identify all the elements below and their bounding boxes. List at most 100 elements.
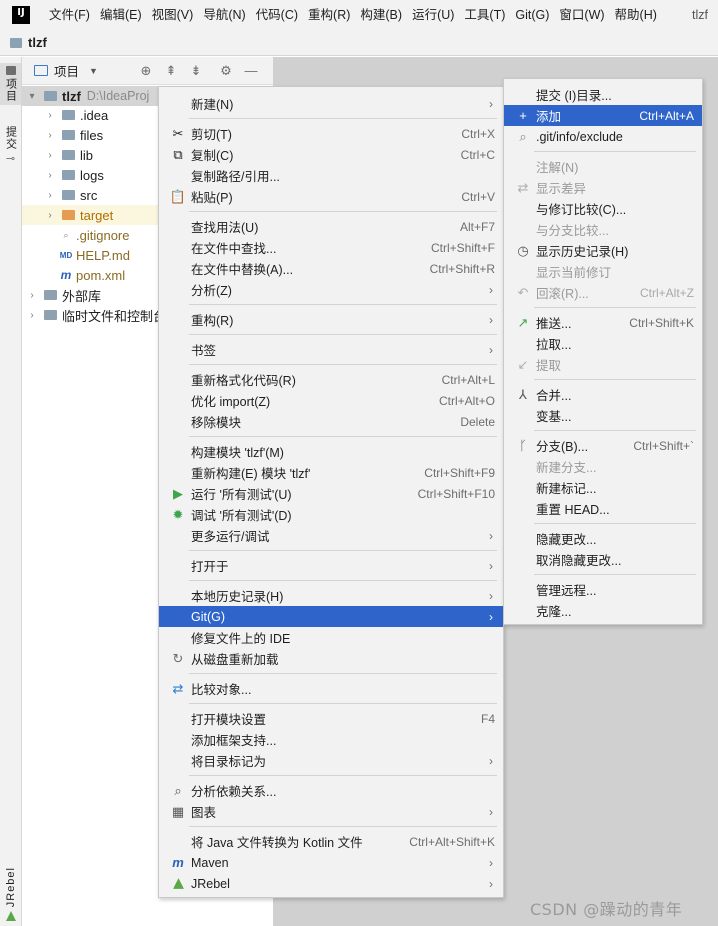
git-item-unstash[interactable]: 取消隐藏更改... xyxy=(504,549,702,570)
menu-help[interactable]: 帮助(H) xyxy=(610,0,662,30)
collapse-all-icon[interactable]: ⇟ xyxy=(188,63,204,79)
git-item-new-tag[interactable]: 新建标记... xyxy=(504,477,702,498)
chevron-down-icon[interactable]: ▼ xyxy=(89,66,98,76)
menu-item-remove-module[interactable]: 移除模块 Delete xyxy=(159,411,503,432)
menu-item-label: 构建模块 'tlzf'(M) xyxy=(191,446,284,460)
stripe-project-label: 项目 xyxy=(4,78,17,102)
minimize-icon[interactable]: — xyxy=(243,63,259,78)
menu-item-diagrams[interactable]: ▦ 图表 › xyxy=(159,801,503,822)
git-item-show-diff[interactable]: ⇄ 显示差异 xyxy=(504,177,702,198)
menu-item-label: 与修订比较(C)... xyxy=(536,203,627,217)
menu-item-add-framework[interactable]: 添加框架支持... xyxy=(159,729,503,750)
menu-item-git[interactable]: Git(G) › xyxy=(159,606,503,627)
menu-item-label: 新建分支... xyxy=(536,461,597,475)
menu-window[interactable]: 窗口(W) xyxy=(554,0,609,30)
git-item-branches[interactable]: ᚴ 分支(B)... Ctrl+Shift+` xyxy=(504,435,702,456)
menu-item-new[interactable]: 新建(N) › xyxy=(159,93,503,114)
menu-item-find-in-files[interactable]: 在文件中查找... Ctrl+Shift+F xyxy=(159,237,503,258)
git-item-fetch[interactable]: ↙ 提取 xyxy=(504,354,702,375)
menu-item-copy-path[interactable]: 复制路径/引用... xyxy=(159,165,503,186)
menu-item-refactor[interactable]: 重构(R) › xyxy=(159,309,503,330)
menu-item-open-in[interactable]: 打开于 › xyxy=(159,555,503,576)
expand-arrow-icon[interactable]: › xyxy=(44,130,56,141)
menu-item-replace-in-files[interactable]: 在文件中替换(A)... Ctrl+Shift+R xyxy=(159,258,503,279)
expand-arrow-icon[interactable]: › xyxy=(44,110,56,121)
stripe-jrebel-button[interactable]: JRebel xyxy=(0,867,21,922)
stripe-commit-label: 提交 xyxy=(4,126,17,150)
tree-item-label: logs xyxy=(80,167,104,183)
git-item-rebase[interactable]: 变基... xyxy=(504,405,702,426)
menu-item-build-module[interactable]: 构建模块 'tlzf'(M) xyxy=(159,441,503,462)
menu-item-mark-directory[interactable]: 将目录标记为 › xyxy=(159,750,503,771)
menu-item-label: 取消隐藏更改... xyxy=(536,554,622,568)
git-item-push[interactable]: ↗ 推送... Ctrl+Shift+K xyxy=(504,312,702,333)
jrebel-icon xyxy=(5,911,16,921)
git-item-pull[interactable]: 拉取... xyxy=(504,333,702,354)
menu-refactor[interactable]: 重构(R) xyxy=(303,0,355,30)
git-item-stash[interactable]: 隐藏更改... xyxy=(504,528,702,549)
menu-item-maven[interactable]: m Maven › xyxy=(159,852,503,873)
git-item-rollback[interactable]: ↶ 回滚(R)... Ctrl+Alt+Z xyxy=(504,282,702,303)
expand-arrow-icon[interactable]: › xyxy=(44,150,56,161)
git-item-show-history[interactable]: ◷ 显示历史记录(H) xyxy=(504,240,702,261)
menu-item-shortcut: Ctrl+C xyxy=(460,147,495,162)
menu-item-rebuild-module[interactable]: 重新构建(E) 模块 'tlzf' Ctrl+Shift+F9 xyxy=(159,462,503,483)
git-item-exclude[interactable]: ⌕ .git/info/exclude xyxy=(504,126,702,147)
git-item-show-current-revision[interactable]: 显示当前修订 xyxy=(504,261,702,282)
git-item-new-branch[interactable]: 新建分支... xyxy=(504,456,702,477)
menu-item-find-usages[interactable]: 查找用法(U) Alt+F7 xyxy=(159,216,503,237)
git-item-merge[interactable]: ⅄ 合并... xyxy=(504,384,702,405)
menu-build[interactable]: 构建(B) xyxy=(355,0,407,30)
locate-icon[interactable]: ⊕ xyxy=(138,63,154,79)
menu-item-shortcut: Ctrl+Shift+R xyxy=(429,261,495,276)
menu-edit[interactable]: 编辑(E) xyxy=(95,0,147,30)
menu-item-more-run-debug[interactable]: 更多运行/调试 › xyxy=(159,525,503,546)
git-item-compare-revision[interactable]: 与修订比较(C)... xyxy=(504,198,702,219)
menu-item-analyze-dependencies[interactable]: ⌕ 分析依赖关系... xyxy=(159,780,503,801)
stripe-commit-button[interactable]: 提交 ⊸ xyxy=(0,123,21,168)
git-item-commit-directory[interactable]: 提交 (I)目录... xyxy=(504,84,702,105)
menu-code[interactable]: 代码(C) xyxy=(251,0,303,30)
menu-item-local-history[interactable]: 本地历史记录(H) › xyxy=(159,585,503,606)
git-item-annotate[interactable]: 注解(N) xyxy=(504,156,702,177)
menu-view[interactable]: 视图(V) xyxy=(147,0,199,30)
menu-item-repair-ide[interactable]: 修复文件上的 IDE xyxy=(159,627,503,648)
expand-arrow-icon[interactable]: › xyxy=(44,190,56,201)
menu-item-debug-all-tests[interactable]: ✹ 调试 '所有测试'(D) xyxy=(159,504,503,525)
git-item-add[interactable]: + 添加 Ctrl+Alt+A xyxy=(504,105,702,126)
menu-navigate[interactable]: 导航(N) xyxy=(198,0,250,30)
menu-item-jrebel[interactable]: JRebel › xyxy=(159,873,503,894)
stripe-project-button[interactable]: 项目 xyxy=(0,63,21,105)
menu-item-module-settings[interactable]: 打开模块设置 F4 xyxy=(159,708,503,729)
expand-arrow-icon[interactable]: ▾ xyxy=(26,91,38,102)
menu-item-convert-to-kotlin[interactable]: 将 Java 文件转换为 Kotlin 文件 Ctrl+Alt+Shift+K xyxy=(159,831,503,852)
expand-arrow-icon[interactable]: › xyxy=(44,210,56,221)
menu-item-paste[interactable]: 📋 粘贴(P) Ctrl+V xyxy=(159,186,503,207)
menu-item-label: 显示历史记录(H) xyxy=(536,245,629,259)
menu-item-reload-from-disk[interactable]: ↻ 从磁盘重新加载 xyxy=(159,648,503,669)
gear-icon[interactable]: ⚙ xyxy=(218,63,234,79)
breadcrumb-project[interactable]: tlzf xyxy=(28,35,47,50)
expand-arrow-icon[interactable]: › xyxy=(26,310,38,321)
git-item-compare-branch[interactable]: 与分支比较... xyxy=(504,219,702,240)
menu-item-cut[interactable]: ✂ 剪切(T) Ctrl+X xyxy=(159,123,503,144)
menu-item-copy[interactable]: ⧉ 复制(C) Ctrl+C xyxy=(159,144,503,165)
menu-item-run-all-tests[interactable]: ▶ 运行 '所有测试'(U) Ctrl+Shift+F10 xyxy=(159,483,503,504)
menu-git[interactable]: Git(G) xyxy=(510,0,554,30)
git-item-reset-head[interactable]: 重置 HEAD... xyxy=(504,498,702,519)
menu-item-label: 粘贴(P) xyxy=(191,191,233,205)
git-item-clone[interactable]: 克隆... xyxy=(504,600,702,621)
menu-item-compare-with[interactable]: ⇄ 比较对象... xyxy=(159,678,503,699)
menu-item-analyze[interactable]: 分析(Z) › xyxy=(159,279,503,300)
project-view-selector[interactable]: 项目 xyxy=(54,61,79,80)
menu-tools[interactable]: 工具(T) xyxy=(459,0,510,30)
menu-item-reformat-code[interactable]: 重新格式化代码(R) Ctrl+Alt+L xyxy=(159,369,503,390)
menu-item-bookmarks[interactable]: 书签 › xyxy=(159,339,503,360)
expand-arrow-icon[interactable]: › xyxy=(44,170,56,181)
git-item-manage-remotes[interactable]: 管理远程... xyxy=(504,579,702,600)
menu-run[interactable]: 运行(U) xyxy=(407,0,459,30)
menu-item-optimize-imports[interactable]: 优化 import(Z) Ctrl+Alt+O xyxy=(159,390,503,411)
expand-arrow-icon[interactable]: › xyxy=(26,290,38,301)
menu-file[interactable]: 文件(F) xyxy=(44,0,95,30)
expand-all-icon[interactable]: ⇞ xyxy=(163,63,179,79)
